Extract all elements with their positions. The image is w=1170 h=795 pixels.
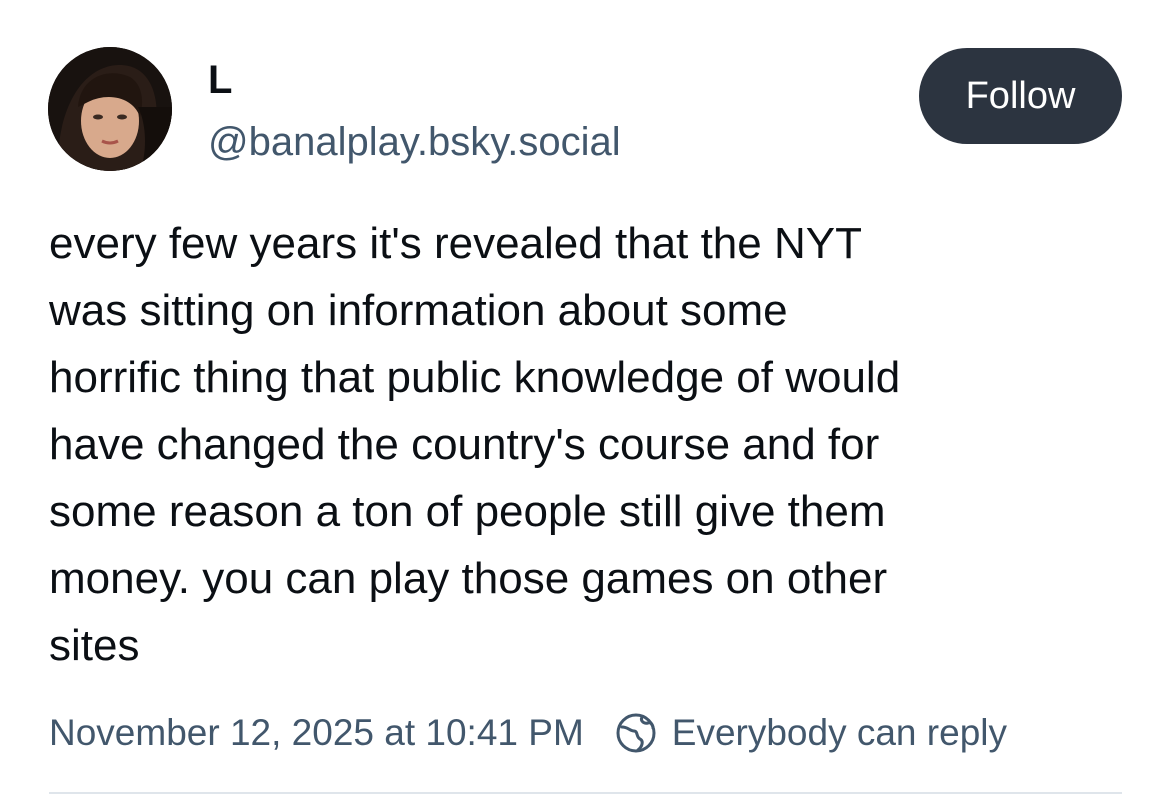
- reply-settings[interactable]: Everybody can reply: [614, 711, 1007, 755]
- post-text: every few years it's revealed that the N…: [49, 219, 901, 670]
- post-timestamp[interactable]: November 12, 2025 at 10:41 PM: [49, 712, 584, 754]
- globe-icon: [616, 713, 656, 753]
- post-meta: November 12, 2025 at 10:41 PM Everybody …: [49, 707, 1007, 759]
- avatar[interactable]: [48, 47, 172, 171]
- display-name[interactable]: L: [208, 56, 232, 104]
- follow-button[interactable]: Follow: [919, 48, 1122, 144]
- author-handle[interactable]: @banalplay.bsky.social: [208, 118, 621, 166]
- divider: [49, 792, 1122, 794]
- avatar-image: [48, 47, 172, 171]
- reply-setting-label: Everybody can reply: [671, 712, 1007, 753]
- post-thread-item: L @banalplay.bsky.social Follow every fe…: [0, 0, 1170, 795]
